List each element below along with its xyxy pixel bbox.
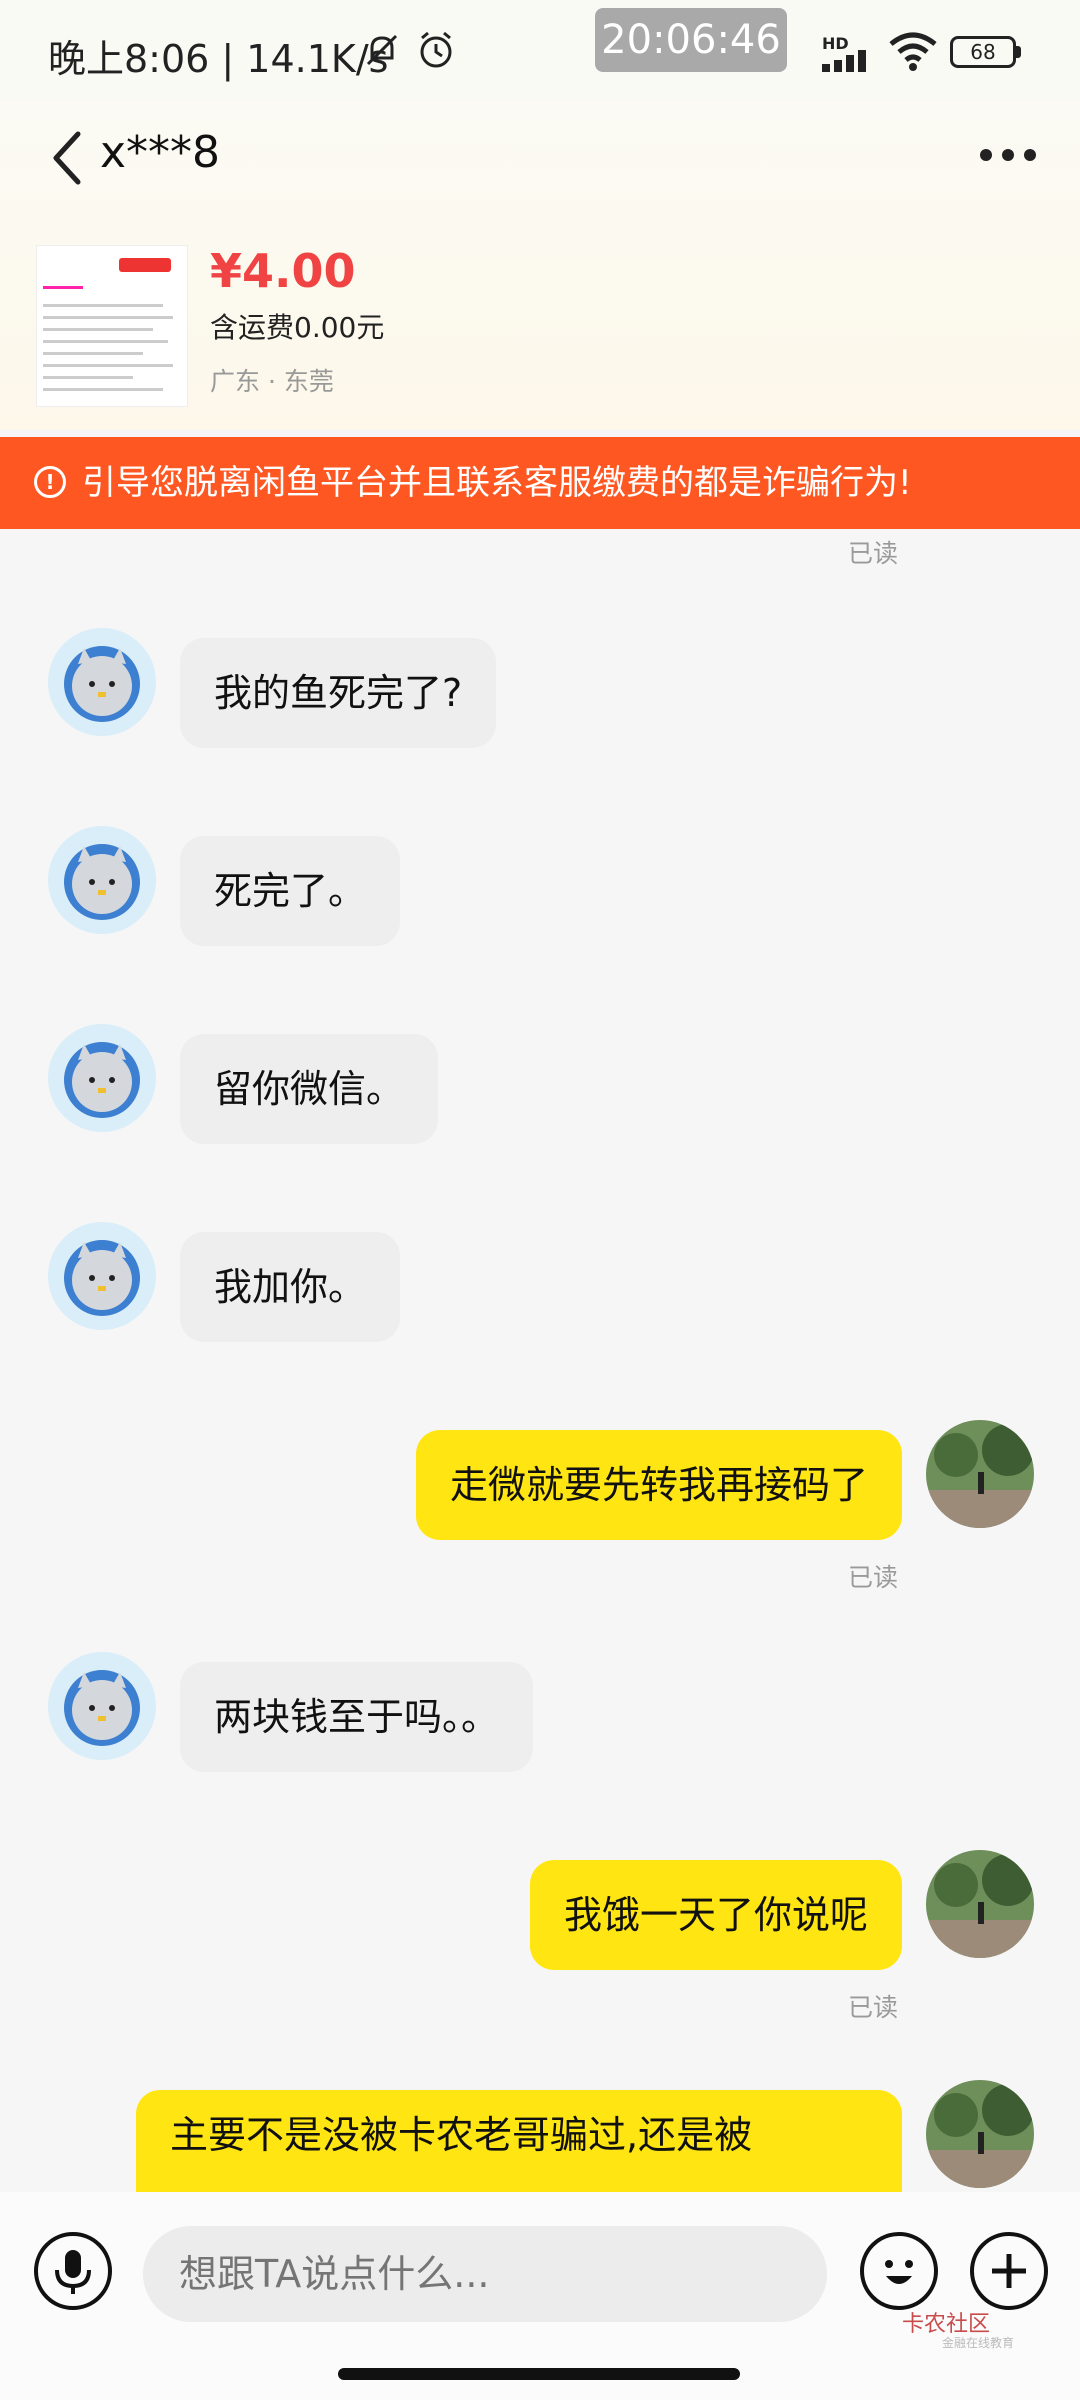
read-receipt: 已读 — [848, 539, 899, 568]
message-bubble-sent[interactable]: 我饿一天了你说呢 — [529, 1860, 902, 1970]
message-bubble-received[interactable]: 我加你。 — [180, 1232, 401, 1342]
my-avatar[interactable] — [926, 1420, 1034, 1528]
signal-icon — [822, 50, 866, 72]
thumbnail-line — [43, 304, 163, 307]
contact-name: x***8 — [100, 127, 221, 178]
contact-avatar[interactable] — [48, 826, 156, 934]
thumbnail-line — [43, 286, 83, 289]
landscape-avatar-icon — [926, 2080, 1034, 2188]
emoji-icon[interactable] — [860, 2232, 938, 2310]
product-location: 广东 · 东莞 — [210, 367, 334, 396]
cat-avatar-icon — [50, 630, 154, 734]
message-bubble-sent[interactable]: 走微就要先转我再接码了 — [415, 1430, 902, 1540]
thumbnail-line — [43, 328, 153, 331]
contact-avatar[interactable] — [48, 1652, 156, 1760]
screen-recording-time: 20:06:46 — [595, 8, 787, 72]
contact-avatar[interactable] — [48, 1024, 156, 1132]
landscape-avatar-icon — [926, 1420, 1034, 1528]
battery-icon: 68 — [950, 36, 1016, 68]
thumbnail-line — [43, 340, 168, 343]
thumbnail-line — [43, 316, 173, 319]
read-receipt: 已读 — [848, 1993, 899, 2022]
status-time-speed: 晚上8:06 | 14.1K/s — [48, 37, 389, 81]
warning-icon: ! — [34, 466, 66, 498]
more-options-icon[interactable] — [978, 140, 1038, 170]
my-avatar[interactable] — [926, 2080, 1034, 2188]
home-indicator[interactable] — [338, 2368, 740, 2380]
battery-tip — [1016, 46, 1021, 58]
plus-icon[interactable] — [970, 2232, 1048, 2310]
message-bubble-received[interactable]: 死完了。 — [180, 836, 401, 946]
contact-avatar[interactable] — [48, 1222, 156, 1330]
cat-avatar-icon — [50, 1026, 154, 1130]
microphone-icon[interactable] — [34, 2232, 112, 2310]
product-thumbnail[interactable] — [36, 245, 188, 407]
cat-avatar-icon — [50, 1224, 154, 1328]
watermark-subtitle: 金融在线教育 — [942, 2336, 1015, 2350]
alarm-icon — [420, 31, 452, 68]
fraud-warning-banner: 引导您脱离闲鱼平台并且联系客服缴费的都是诈骗行为! — [0, 437, 1080, 529]
thumbnail-red-label — [119, 258, 171, 272]
muted-bell-icon — [366, 34, 398, 66]
wifi-icon — [889, 32, 937, 71]
message-bubble-received[interactable]: 两块钱至于吗。。 — [180, 1662, 534, 1772]
warning-text: 引导您脱离闲鱼平台并且联系客服缴费的都是诈骗行为! — [82, 463, 912, 503]
thumbnail-line — [43, 364, 173, 367]
product-price: ¥4.00 — [210, 244, 356, 298]
message-bubble-received[interactable]: 我的鱼死完了? — [180, 638, 497, 748]
back-arrow-icon[interactable] — [48, 128, 88, 188]
read-receipt: 已读 — [848, 1563, 899, 1592]
thumbnail-line — [43, 352, 143, 355]
my-avatar[interactable] — [926, 1850, 1034, 1958]
message-input[interactable] — [143, 2226, 827, 2322]
landscape-avatar-icon — [926, 1850, 1034, 1958]
cat-avatar-icon — [50, 1654, 154, 1758]
product-freight: 含运费0.00元 — [210, 311, 385, 344]
thumbnail-line — [43, 388, 163, 391]
message-bubble-received[interactable]: 留你微信。 — [180, 1034, 439, 1144]
cat-avatar-icon — [50, 828, 154, 932]
contact-avatar[interactable] — [48, 628, 156, 736]
thumbnail-line — [43, 376, 133, 379]
